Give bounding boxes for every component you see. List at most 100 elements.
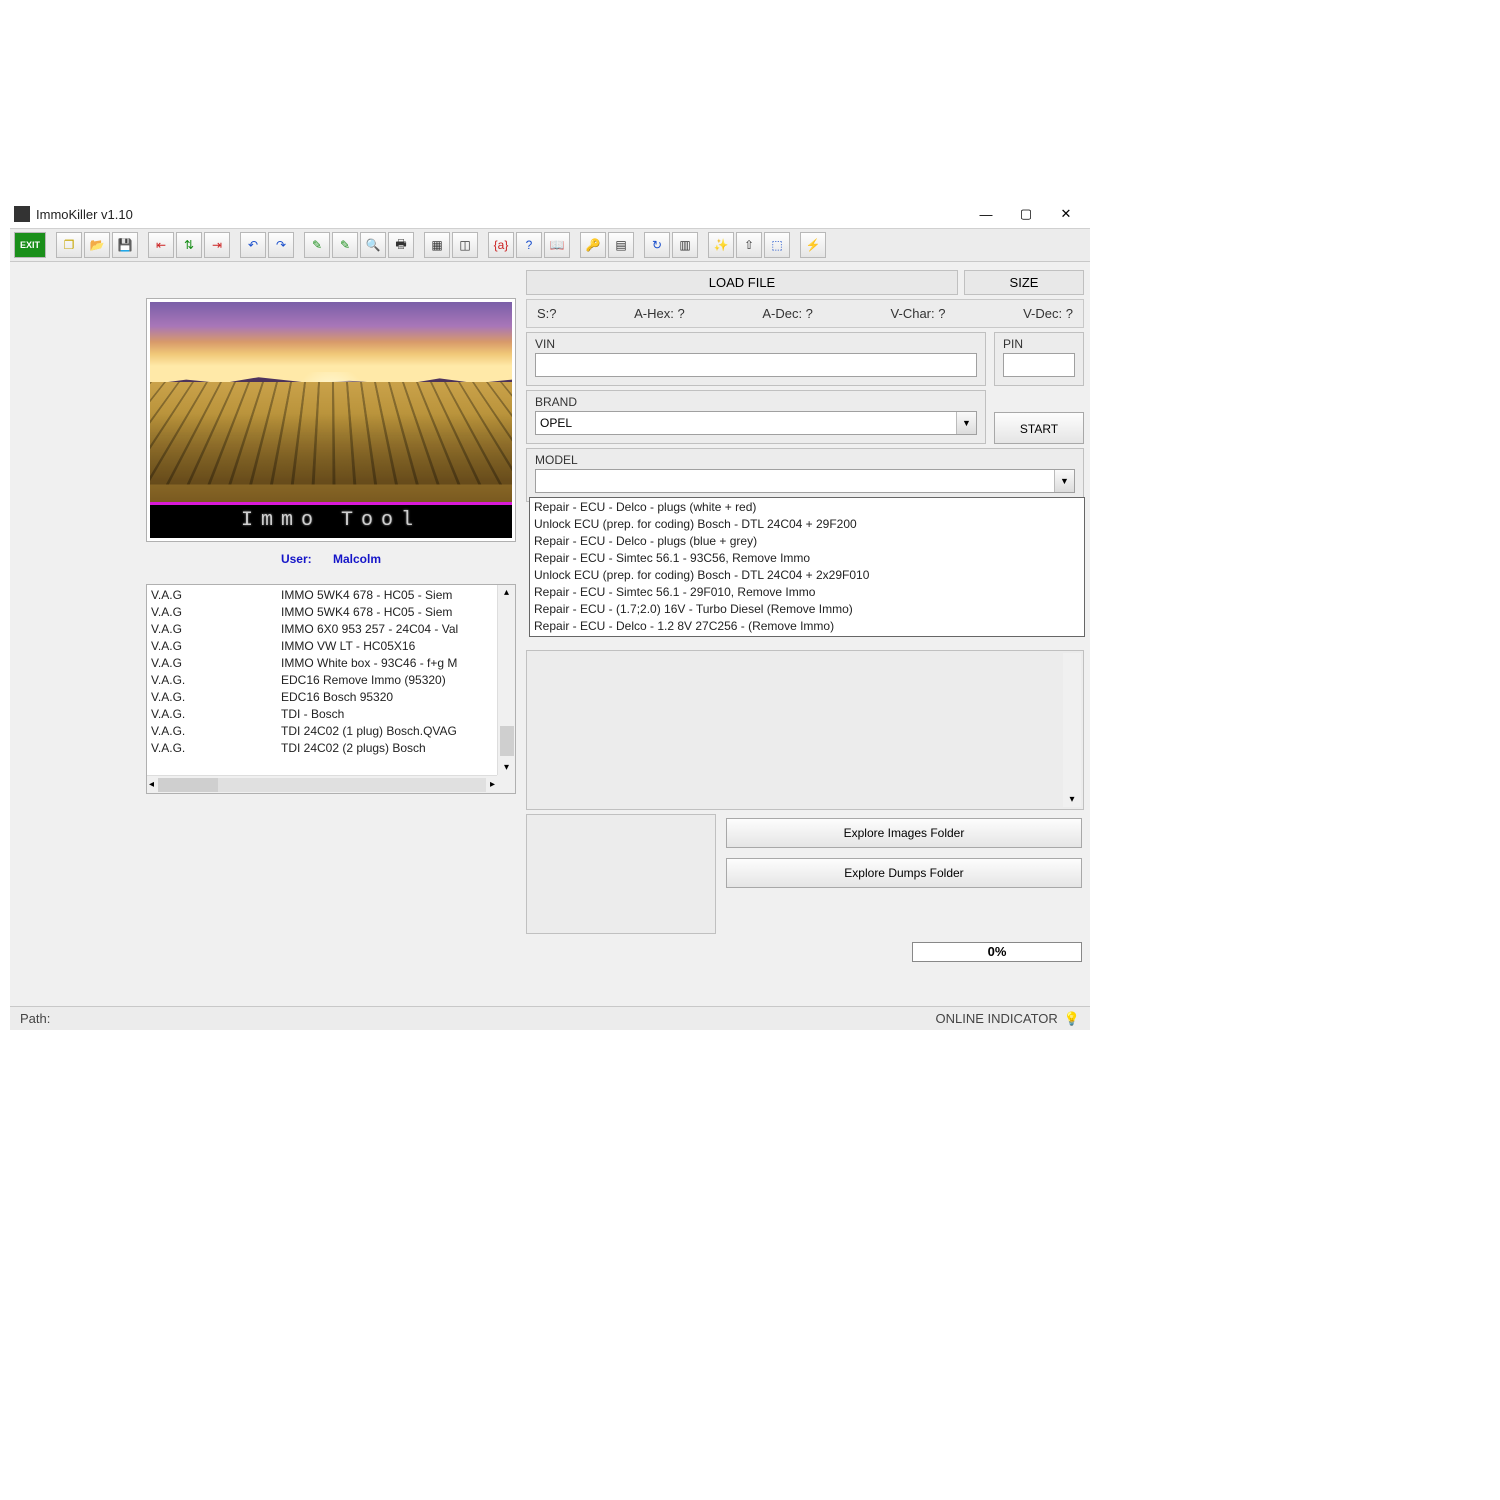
vehicle-listbox[interactable]: V.A.GIMMO 5WK4 678 - HC05 - SiemV.A.GIMM… bbox=[146, 584, 516, 794]
bulb-icon: 💡 bbox=[1064, 1011, 1080, 1027]
user-label: User: bbox=[281, 552, 312, 566]
vin-input[interactable] bbox=[535, 353, 977, 377]
content-area: Immo Tool User: Malcolm V.A.GIMMO 5WK4 6… bbox=[10, 262, 1090, 1006]
load-file-header[interactable]: LOAD FILE bbox=[526, 270, 958, 295]
dropdown-item[interactable]: Unlock ECU (prep. for coding) Bosch - DT… bbox=[534, 516, 1080, 533]
app-window: ImmoKiller v1.10 — ▢ ✕ EXIT ❐ 📂 💾 ⇤ ⇅ ⇥ … bbox=[10, 200, 1090, 1030]
scroll-thumb[interactable] bbox=[500, 726, 514, 756]
refresh-icon[interactable]: ↻ bbox=[644, 232, 670, 258]
vin-group: VIN bbox=[526, 332, 986, 386]
pin-group: PIN bbox=[994, 332, 1084, 386]
brand-label: BRAND bbox=[535, 395, 977, 409]
help-icon[interactable]: ? bbox=[516, 232, 542, 258]
left-pane: Immo Tool User: Malcolm V.A.GIMMO 5WK4 6… bbox=[16, 268, 516, 1006]
titlebar: ImmoKiller v1.10 — ▢ ✕ bbox=[10, 200, 1090, 228]
new-icon[interactable]: ❐ bbox=[56, 232, 82, 258]
info-row: S:? A-Hex: ? A-Dec: ? V-Char: ? V-Dec: ? bbox=[526, 299, 1084, 328]
brand-combo[interactable] bbox=[535, 411, 977, 435]
brace-icon[interactable]: {a} bbox=[488, 232, 514, 258]
pin-input[interactable] bbox=[1003, 353, 1075, 377]
brand-group: BRAND ▼ bbox=[526, 390, 986, 444]
save-icon[interactable]: 💾 bbox=[112, 232, 138, 258]
model-group: MODEL ▼ Repair - ECU - Delco - plugs (wh… bbox=[526, 448, 1084, 502]
exit-button[interactable]: EXIT bbox=[14, 232, 46, 258]
vin-label: VIN bbox=[535, 337, 977, 351]
chevron-down-icon[interactable]: ▼ bbox=[956, 412, 976, 434]
wand-icon[interactable]: ✨ bbox=[708, 232, 734, 258]
statusbar: Path: ONLINE INDICATOR 💡 bbox=[10, 1006, 1090, 1030]
chevron-down-icon[interactable]: ▼ bbox=[1054, 470, 1074, 492]
find-icon[interactable]: 🔍 bbox=[360, 232, 386, 258]
dropdown-item[interactable]: Repair - ECU - Delco - plugs (blue + gre… bbox=[534, 533, 1080, 550]
key-icon[interactable]: 🔑 bbox=[580, 232, 606, 258]
model-dropdown[interactable]: Repair - ECU - Delco - plugs (white + re… bbox=[529, 497, 1085, 637]
list-item[interactable]: V.A.GIMMO 5WK4 678 - HC05 - Siem bbox=[151, 604, 493, 621]
export-icon[interactable]: ⇥ bbox=[204, 232, 230, 258]
list-item[interactable]: V.A.GIMMO VW LT - HC05X16 bbox=[151, 638, 493, 655]
banner-image bbox=[150, 302, 512, 502]
dropdown-item[interactable]: Unlock ECU (prep. for coding) Bosch - DT… bbox=[534, 567, 1080, 584]
stack-icon[interactable]: ▤ bbox=[608, 232, 634, 258]
upload-icon[interactable]: ⇧ bbox=[736, 232, 762, 258]
app-icon bbox=[14, 206, 30, 222]
transfer-icon[interactable]: ⇅ bbox=[176, 232, 202, 258]
user-line: User: Malcolm bbox=[146, 542, 516, 580]
info-s: S:? bbox=[537, 306, 557, 321]
open-icon[interactable]: 📂 bbox=[84, 232, 110, 258]
book-icon[interactable]: 📖 bbox=[544, 232, 570, 258]
model-combo[interactable] bbox=[535, 469, 1075, 493]
explore-images-button[interactable]: Explore Images Folder bbox=[726, 818, 1082, 848]
list-item[interactable]: V.A.G.TDI 24C02 (1 plug) Bosch.QVAG bbox=[151, 723, 493, 740]
user-name: Malcolm bbox=[333, 552, 381, 566]
undo-icon[interactable]: ↶ bbox=[240, 232, 266, 258]
info-ahex: A-Hex: ? bbox=[634, 306, 685, 321]
doc-a-icon[interactable]: ✎ bbox=[304, 232, 330, 258]
explore-dumps-button[interactable]: Explore Dumps Folder bbox=[726, 858, 1082, 888]
list-item[interactable]: V.A.G.TDI - Bosch bbox=[151, 706, 493, 723]
list-item[interactable]: V.A.G.EDC16 Bosch 95320 bbox=[151, 689, 493, 706]
dropdown-item[interactable]: Repair - ECU - Delco - 1.2 8V 27C256 - (… bbox=[534, 618, 1080, 635]
close-button[interactable]: ✕ bbox=[1046, 200, 1086, 228]
list-item[interactable]: V.A.GIMMO 5WK4 678 - HC05 - Siem bbox=[151, 587, 493, 604]
online-indicator-label: ONLINE INDICATOR bbox=[935, 1011, 1057, 1026]
list-item[interactable]: V.A.G.EDC16 Remove Immo (95320) bbox=[151, 672, 493, 689]
dropdown-item[interactable]: Repair - ECU - Delco - plugs (white + re… bbox=[534, 499, 1080, 516]
start-button[interactable]: START bbox=[994, 412, 1084, 444]
dropdown-item[interactable]: Repair - ECU - Simtec 56.1 - 29F010, Rem… bbox=[534, 584, 1080, 601]
minimize-button[interactable]: — bbox=[966, 200, 1006, 228]
list-vscrollbar[interactable]: ▴▾ bbox=[497, 585, 515, 775]
details-textarea[interactable]: ▾ bbox=[526, 650, 1084, 810]
window-icon[interactable]: ◫ bbox=[452, 232, 478, 258]
bolt-icon[interactable]: ⚡ bbox=[800, 232, 826, 258]
scroll-thumb[interactable] bbox=[158, 778, 218, 792]
list-item[interactable]: V.A.G.TDI 24C02 (2 plugs) Bosch bbox=[151, 740, 493, 757]
info-vdec: V-Dec: ? bbox=[1023, 306, 1073, 321]
pin-label: PIN bbox=[1003, 337, 1075, 351]
select-icon[interactable]: ⬚ bbox=[764, 232, 790, 258]
details-vscrollbar[interactable]: ▾ bbox=[1063, 653, 1081, 807]
list-hscrollbar[interactable]: ◂▸ bbox=[147, 775, 497, 793]
doc-b-icon[interactable]: ✎ bbox=[332, 232, 358, 258]
info-adec: A-Dec: ? bbox=[762, 306, 813, 321]
toolbar: EXIT ❐ 📂 💾 ⇤ ⇅ ⇥ ↶ ↷ ✎ ✎ 🔍 🖶 ▦ ◫ {a} ? 📖… bbox=[10, 228, 1090, 262]
chip-icon[interactable]: ▥ bbox=[672, 232, 698, 258]
dropdown-item[interactable]: Repair - ECU - (1.7;2.0) 16V - Turbo Die… bbox=[534, 601, 1080, 618]
maximize-button[interactable]: ▢ bbox=[1006, 200, 1046, 228]
list-item[interactable]: V.A.GIMMO White box - 93C46 - f+g M bbox=[151, 655, 493, 672]
print-icon[interactable]: 🖶 bbox=[388, 232, 414, 258]
dropdown-item[interactable]: Repair - ECU - Simtec 56.1 - 93C56, Remo… bbox=[534, 550, 1080, 567]
path-label: Path: bbox=[20, 1011, 50, 1026]
right-pane: LOAD FILE SIZE S:? A-Hex: ? A-Dec: ? V-C… bbox=[526, 268, 1084, 1006]
calc-icon[interactable]: ▦ bbox=[424, 232, 450, 258]
size-header: SIZE bbox=[964, 270, 1084, 295]
info-vchar: V-Char: ? bbox=[891, 306, 946, 321]
progress-bar: 0% bbox=[912, 942, 1082, 962]
window-title: ImmoKiller v1.10 bbox=[36, 207, 966, 222]
import-icon[interactable]: ⇤ bbox=[148, 232, 174, 258]
banner-box: Immo Tool bbox=[146, 298, 516, 542]
banner-label: Immo Tool bbox=[150, 502, 512, 538]
redo-icon[interactable]: ↷ bbox=[268, 232, 294, 258]
model-label: MODEL bbox=[535, 453, 1075, 467]
preview-box bbox=[526, 814, 716, 934]
list-item[interactable]: V.A.GIMMO 6X0 953 257 - 24C04 - Val bbox=[151, 621, 493, 638]
